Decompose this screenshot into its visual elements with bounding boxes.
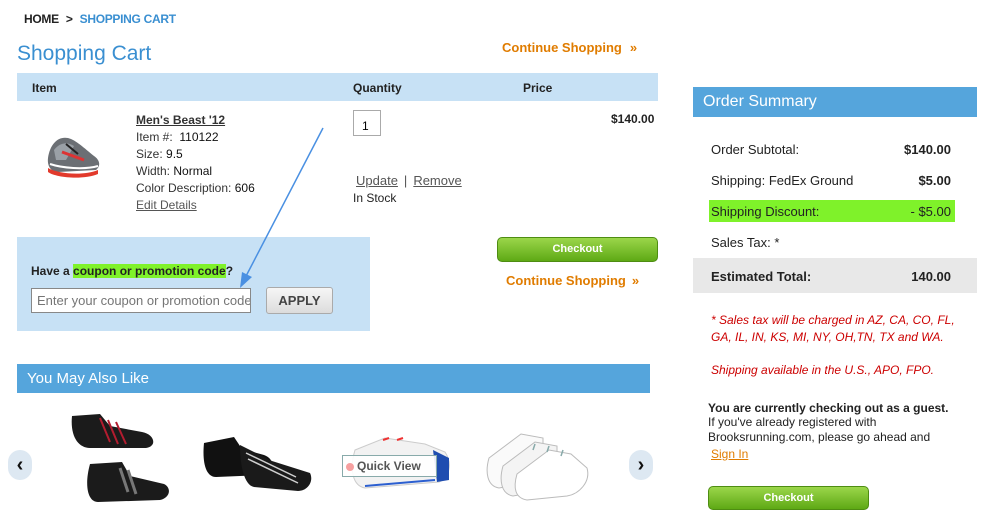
item-number-value: 110122 — [179, 130, 219, 144]
recommended-product-4-image[interactable] — [483, 428, 593, 503]
shipping-availability-note: Shipping available in the U.S., APO, FPO… — [711, 363, 935, 377]
subtotal-label: Order Subtotal: — [711, 142, 800, 157]
order-summary-header: Order Summary — [693, 87, 977, 117]
quick-view-label: Quick View — [357, 459, 421, 473]
cart-table-header: Item Quantity Price — [17, 73, 658, 101]
color-label: Color Description: — [136, 181, 232, 195]
annotation-arrow-icon — [240, 127, 324, 288]
summary-subtotal-row: Order Subtotal: $140.00 — [711, 142, 955, 157]
product-name-link[interactable]: Men's Beast '12 — [136, 113, 225, 127]
stock-status: In Stock — [353, 191, 397, 205]
summary-tax-row: Sales Tax: * — [711, 235, 955, 250]
continue-shopping-top-link[interactable]: Continue Shopping » — [502, 40, 637, 55]
quick-view-button[interactable]: Quick View — [342, 455, 437, 477]
sales-tax-note: * Sales tax will be charged in AZ, CA, C… — [711, 313, 955, 344]
running-shoe-image[interactable] — [44, 130, 102, 180]
column-header-price: Price — [523, 81, 553, 95]
column-header-quantity: Quantity — [353, 81, 402, 95]
size-value: 9.5 — [166, 147, 183, 161]
cart-item-actions: Update | Remove — [356, 173, 462, 188]
edit-details-link[interactable]: Edit Details — [136, 198, 197, 212]
page-title: Shopping Cart — [17, 42, 152, 65]
continue-shopping-top-label: Continue Shopping — [502, 40, 622, 55]
guest-checkout-heading: You are currently checking out as a gues… — [708, 401, 949, 415]
remove-link[interactable]: Remove — [413, 173, 461, 188]
width-label: Width: — [136, 164, 171, 178]
breadcrumb-separator: > — [65, 12, 73, 26]
action-separator: | — [403, 173, 408, 188]
recommended-product-2-image[interactable] — [200, 425, 315, 505]
estimated-total-label: Estimated Total: — [711, 269, 812, 284]
summary-discount-row: Shipping Discount: - $5.00 — [709, 200, 955, 222]
apply-coupon-button[interactable]: APPLY — [266, 287, 333, 314]
discount-value: - $5.00 — [910, 204, 951, 219]
recommended-product-1-image[interactable] — [60, 408, 175, 514]
estimated-total-value: 140.00 — [911, 269, 951, 284]
subtotal-value: $140.00 — [904, 142, 951, 157]
quick-view-icon — [346, 463, 354, 471]
breadcrumb: HOME > SHOPPING CART — [24, 12, 176, 26]
carousel-next-button[interactable]: › — [629, 450, 653, 480]
double-chevron-right-icon: » — [631, 273, 640, 288]
quantity-input[interactable] — [353, 110, 381, 136]
size-label: Size: — [136, 147, 163, 161]
coupon-input[interactable] — [31, 288, 251, 313]
summary-total-row: Estimated Total: 140.00 — [693, 258, 977, 293]
sales-tax-label: Sales Tax: * — [711, 235, 780, 250]
summary-shipping-row: Shipping: FedEx Ground $5.00 — [711, 173, 955, 188]
discount-label: Shipping Discount: — [711, 204, 820, 219]
breadcrumb-current: SHOPPING CART — [79, 12, 176, 26]
guest-checkout-text: If you've already registered with Brooks… — [708, 415, 931, 444]
coupon-question-highlight: coupon or promotion code — [73, 264, 226, 278]
column-header-item: Item — [32, 81, 57, 95]
breadcrumb-home-link[interactable]: HOME — [24, 12, 59, 26]
coupon-question-prefix: Have a — [31, 264, 74, 278]
continue-shopping-link[interactable]: Continue Shopping » — [506, 273, 639, 288]
carousel-prev-button[interactable]: ‹ — [8, 450, 32, 480]
sign-in-link[interactable]: Sign In — [711, 447, 748, 461]
update-link[interactable]: Update — [356, 173, 398, 188]
recommendations-header: You May Also Like — [17, 364, 650, 393]
shipping-label: Shipping: FedEx Ground — [711, 173, 854, 188]
width-value: Normal — [173, 164, 213, 178]
coupon-question: Have a coupon or promotion code? — [31, 264, 233, 278]
continue-shopping-label: Continue Shopping — [506, 273, 626, 288]
summary-checkout-button[interactable]: Checkout — [708, 486, 869, 510]
double-chevron-right-icon: » — [629, 40, 638, 55]
item-number-label: Item #: — [136, 130, 173, 144]
checkout-button[interactable]: Checkout — [497, 237, 658, 262]
shipping-value: $5.00 — [918, 173, 951, 188]
item-price: $140.00 — [611, 112, 655, 126]
